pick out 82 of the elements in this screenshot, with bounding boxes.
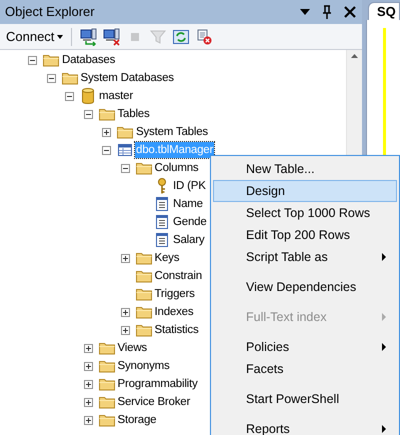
close-icon[interactable] [344, 6, 356, 18]
tree-item[interactable]: Indexes [154, 304, 194, 320]
folder-icon [98, 396, 114, 408]
folder-icon [98, 378, 114, 390]
column-icon [156, 233, 168, 247]
folder-icon [98, 414, 114, 426]
menu-item[interactable]: Facets [213, 358, 397, 380]
tree-item[interactable]: Gende [172, 214, 208, 230]
document-tab[interactable]: SQ [368, 2, 400, 20]
expand-icon[interactable] [84, 362, 92, 370]
pin-icon[interactable] [322, 5, 332, 19]
submenu-arrow-icon [382, 425, 386, 433]
table-icon [118, 144, 132, 156]
script-cancel-icon[interactable] [195, 28, 214, 46]
tree-item[interactable]: Statistics [154, 322, 200, 338]
expand-icon[interactable] [84, 380, 92, 388]
tree-item[interactable]: Constrain [154, 268, 203, 284]
tree-item[interactable]: Synonyms [116, 358, 171, 374]
expand-icon[interactable] [84, 398, 92, 406]
tree-item[interactable]: Name [172, 196, 204, 212]
folder-icon [98, 108, 114, 120]
tree-item[interactable]: Views [116, 340, 148, 356]
menu-item[interactable]: Script Table as [213, 246, 397, 268]
submenu-arrow-icon [382, 313, 386, 321]
menu-item[interactable]: Design [213, 180, 397, 202]
menu-item[interactable]: Edit Top 200 Rows [213, 224, 397, 246]
collapse-icon[interactable] [28, 56, 37, 64]
menu-item[interactable]: Reports [213, 418, 397, 435]
panel-title: Object Explorer [5, 3, 95, 22]
folder-icon [62, 72, 78, 84]
menu-item[interactable]: Start PowerShell [213, 388, 397, 410]
tree-item[interactable]: Triggers [154, 286, 196, 302]
database-icon [82, 88, 94, 104]
tree-item[interactable]: Service Broker [116, 394, 192, 410]
tree-item[interactable]: master [98, 88, 134, 104]
expand-icon[interactable] [120, 254, 130, 262]
folder-icon [98, 360, 114, 372]
submenu-arrow-icon [382, 343, 386, 351]
tree-item[interactable]: Programmability [116, 376, 199, 392]
folder-icon [136, 252, 152, 264]
connect-icon[interactable] [80, 28, 98, 46]
folder-icon [43, 54, 59, 66]
folder-icon [136, 270, 152, 282]
collapse-icon[interactable] [65, 92, 74, 100]
connect-button[interactable]: Connect [6, 26, 64, 46]
expand-icon[interactable] [84, 416, 92, 424]
key-icon [156, 178, 168, 194]
menu-item[interactable]: View Dependencies [213, 276, 397, 298]
collapse-icon[interactable] [102, 146, 111, 154]
menu-item[interactable]: New Table... [213, 158, 397, 180]
collapse-icon[interactable] [120, 164, 130, 172]
tree-item[interactable]: System Tables [135, 124, 209, 140]
expand-icon[interactable] [120, 308, 130, 316]
folder-icon [136, 162, 152, 174]
column-icon [156, 215, 168, 229]
tree-item[interactable]: Storage [116, 412, 158, 428]
expand-icon[interactable] [120, 326, 130, 334]
scroll-up-icon[interactable] [351, 54, 358, 58]
menu-item[interactable]: Policies [213, 336, 397, 358]
tree-item[interactable]: System Databases [80, 70, 175, 86]
expand-icon[interactable] [84, 344, 92, 352]
disconnect-icon[interactable] [103, 28, 122, 46]
caret-icon [57, 34, 64, 38]
folder-icon [117, 126, 133, 138]
collapse-icon[interactable] [84, 110, 92, 118]
folder-icon [98, 342, 114, 354]
expand-icon[interactable] [102, 128, 111, 136]
folder-icon [136, 324, 152, 336]
tree-item[interactable]: ID (PK [172, 178, 207, 194]
menu-item[interactable]: Select Top 1000 Rows [213, 202, 397, 224]
tree-item[interactable]: Tables [116, 106, 151, 122]
tree-item[interactable]: Salary [172, 232, 206, 248]
tree-item[interactable]: Keys [154, 250, 180, 266]
column-icon [156, 197, 168, 211]
refresh-icon[interactable] [172, 28, 190, 46]
tree-item[interactable]: Columns [154, 160, 200, 176]
dropdown-icon[interactable] [300, 9, 310, 15]
tree-item[interactable]: Databases [61, 52, 116, 68]
submenu-arrow-icon [382, 253, 386, 261]
folder-icon [136, 288, 152, 300]
folder-icon [136, 306, 152, 318]
collapse-icon[interactable] [46, 74, 56, 82]
